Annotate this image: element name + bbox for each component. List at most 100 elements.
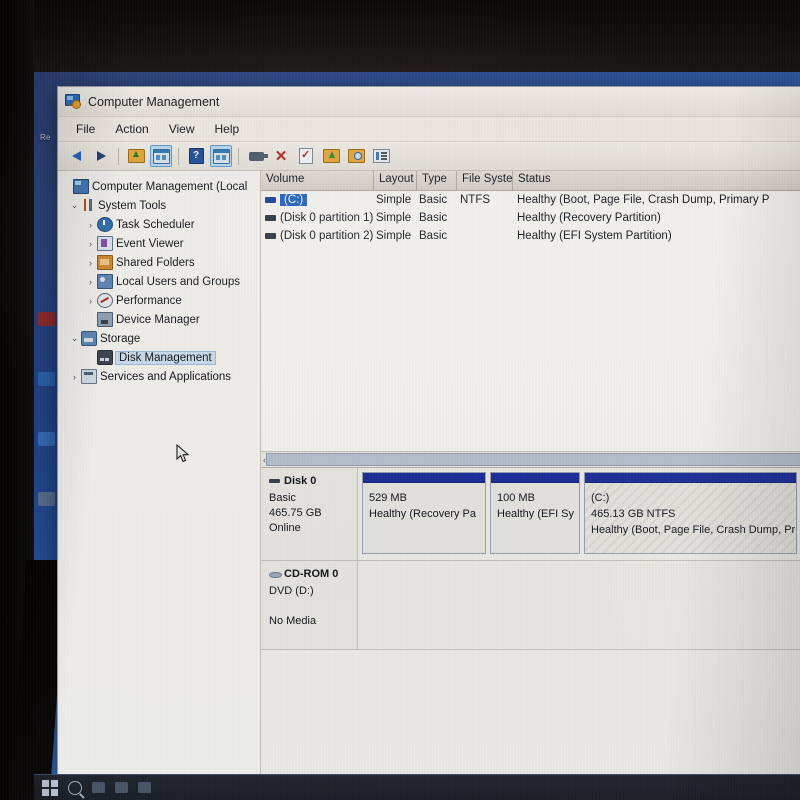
chevron-right-icon[interactable]: ›	[84, 258, 97, 268]
partition-block[interactable]: (C:) 465.13 GB NTFS Healthy (Boot, Page …	[584, 472, 797, 554]
table-row[interactable]: (Disk 0 partition 1) Simple Basic Health…	[261, 209, 800, 227]
partition-size: 100 MB	[497, 492, 535, 504]
type-cell: Basic	[419, 230, 448, 242]
tree-item-system-tools[interactable]: ⌄ System Tools	[58, 196, 260, 215]
column-header-status[interactable]: Status	[513, 171, 800, 190]
partition-status: Healthy (Recovery Pa	[369, 508, 476, 520]
window-titlebar[interactable]: Computer Management	[58, 87, 800, 117]
window-title: Computer Management	[88, 94, 220, 109]
chevron-right-icon[interactable]: ›	[84, 220, 97, 230]
type-cell: Basic	[419, 194, 448, 206]
cdrom-info-panel[interactable]: CD-ROM 0 DVD (D:) No Media	[261, 561, 358, 649]
partition-body: 529 MB Healthy (Recovery Pa	[363, 483, 485, 553]
toolbar-separator	[178, 147, 179, 165]
partition-block[interactable]: 100 MB Healthy (EFI Sy	[490, 472, 580, 554]
chevron-right-icon[interactable]: ›	[84, 239, 97, 249]
volume-cell: (Disk 0 partition 2)	[261, 230, 374, 242]
toolbar-separator	[238, 147, 239, 165]
properties-plug-icon[interactable]	[245, 145, 268, 167]
show-hide-console-tree-icon[interactable]	[150, 145, 172, 167]
chevron-right-icon[interactable]: ›	[84, 296, 97, 306]
search-icon[interactable]	[68, 780, 82, 795]
disk-title: Disk 0	[269, 475, 357, 487]
desktop-icon[interactable]	[38, 312, 55, 326]
tree-item-label: System Tools	[98, 199, 167, 212]
disk-management-pane: Volume Layout Type File System Status (C…	[261, 171, 800, 775]
rescan-disks-icon[interactable]	[295, 145, 317, 167]
cdrom-drive: DVD (D:)	[269, 585, 314, 597]
chevron-right-icon[interactable]: ›	[84, 277, 97, 287]
table-row[interactable]: (Disk 0 partition 2) Simple Basic Health…	[261, 227, 800, 245]
tree-item-task-scheduler[interactable]: › Task Scheduler	[58, 215, 260, 234]
column-header-volume[interactable]: Volume	[261, 171, 374, 190]
chevron-down-icon[interactable]: ⌄	[68, 200, 81, 211]
tree-item-disk-management[interactable]: Disk Management	[58, 348, 260, 367]
taskbar-app-icon[interactable]	[92, 782, 105, 793]
delete-icon[interactable]: ✕	[270, 145, 292, 167]
desktop-icon[interactable]	[38, 432, 55, 446]
tree-item-services-and-applications[interactable]: › Services and Applications	[58, 367, 260, 386]
storage-icon	[81, 331, 97, 346]
desktop-icon-label-partial: Re	[40, 133, 51, 142]
tree-item-label: Event Viewer	[116, 237, 184, 250]
menu-help[interactable]: Help	[205, 120, 250, 138]
forward-icon[interactable]	[90, 145, 112, 167]
tree-item-storage[interactable]: ⌄ Storage	[58, 329, 260, 348]
volume-list-horizontal-scrollbar[interactable]: ‹	[261, 451, 800, 467]
column-header-layout[interactable]: Layout	[374, 171, 417, 190]
taskbar-app-icon[interactable]	[138, 782, 151, 793]
back-icon[interactable]	[65, 145, 87, 167]
tree-item-device-manager[interactable]: Device Manager	[58, 310, 260, 329]
cdrom-empty-area	[358, 561, 800, 649]
disk-info-panel[interactable]: Disk 0 Basic 465.75 GB Online	[261, 468, 358, 560]
tree-item-performance[interactable]: › Performance	[58, 291, 260, 310]
partition-status: Healthy (Boot, Page File, Crash Dump, Pr	[591, 524, 796, 536]
desktop-icon[interactable]	[38, 492, 55, 506]
tree-item-shared-folders[interactable]: › Shared Folders	[58, 253, 260, 272]
status-cell: Healthy (Recovery Partition)	[517, 212, 661, 224]
disk-row-disk-0[interactable]: Disk 0 Basic 465.75 GB Online 529 MB Hea…	[261, 468, 800, 561]
help-icon[interactable]: ?	[185, 145, 207, 167]
scrollbar-thumb[interactable]	[266, 453, 800, 466]
status-cell: Healthy (EFI System Partition)	[517, 230, 672, 242]
disk-row-cdrom-0[interactable]: CD-ROM 0 DVD (D:) No Media	[261, 561, 800, 650]
volume-list-pane: Volume Layout Type File System Status (C…	[261, 171, 800, 468]
volume-color-swatch-icon	[265, 215, 276, 221]
desktop-icon[interactable]	[38, 372, 55, 386]
photographed-screen: Re Computer Management File Action View …	[0, 0, 800, 800]
volume-cell: (C:)	[261, 194, 374, 206]
detail-view-icon[interactable]	[370, 145, 392, 167]
column-header-file-system[interactable]: File System	[457, 171, 513, 190]
chevron-right-icon[interactable]: ›	[68, 372, 81, 382]
cdrom-icon	[269, 570, 282, 578]
volume-color-swatch-icon	[265, 233, 276, 239]
start-button[interactable]	[42, 779, 58, 796]
chevron-down-icon[interactable]: ⌄	[68, 333, 81, 344]
volume-color-swatch-icon	[265, 197, 276, 203]
tree-item-event-viewer[interactable]: › Event Viewer	[58, 234, 260, 253]
tree-item-label: Disk Management	[115, 350, 216, 365]
tree-item-label: Task Scheduler	[116, 218, 195, 231]
services-icon	[81, 369, 97, 384]
graphical-view: Disk 0 Basic 465.75 GB Online 529 MB Hea…	[261, 468, 800, 775]
column-header-type[interactable]: Type	[417, 171, 457, 190]
table-row[interactable]: (C:) Simple Basic NTFS Healthy (Boot, Pa…	[261, 191, 800, 209]
up-one-level-icon[interactable]	[125, 145, 147, 167]
tree-item-local-users-and-groups[interactable]: › Local Users and Groups	[58, 272, 260, 291]
type-cell: Basic	[419, 212, 448, 224]
menu-action[interactable]: Action	[105, 120, 158, 138]
menu-view[interactable]: View	[159, 120, 205, 138]
disk-kind: Basic	[269, 492, 296, 504]
show-hide-action-pane-icon[interactable]	[210, 145, 232, 167]
export-list-icon[interactable]	[320, 145, 342, 167]
graphical-view-scroll-area: Disk 0 Basic 465.75 GB Online 529 MB Hea…	[261, 468, 800, 775]
tree-root-label: Computer Management (Local	[92, 180, 248, 193]
disk-capacity: 465.75 GB	[269, 507, 322, 519]
partition-block[interactable]: 529 MB Healthy (Recovery Pa	[362, 472, 486, 554]
monitor-bezel-top	[0, 0, 800, 72]
window-body: Computer Management (Local ⌄ System Tool…	[58, 171, 800, 775]
taskbar-app-icon[interactable]	[115, 782, 128, 793]
menu-file[interactable]: File	[66, 120, 105, 138]
find-icon[interactable]	[345, 145, 367, 167]
tree-root-computer-management[interactable]: Computer Management (Local	[58, 177, 260, 196]
